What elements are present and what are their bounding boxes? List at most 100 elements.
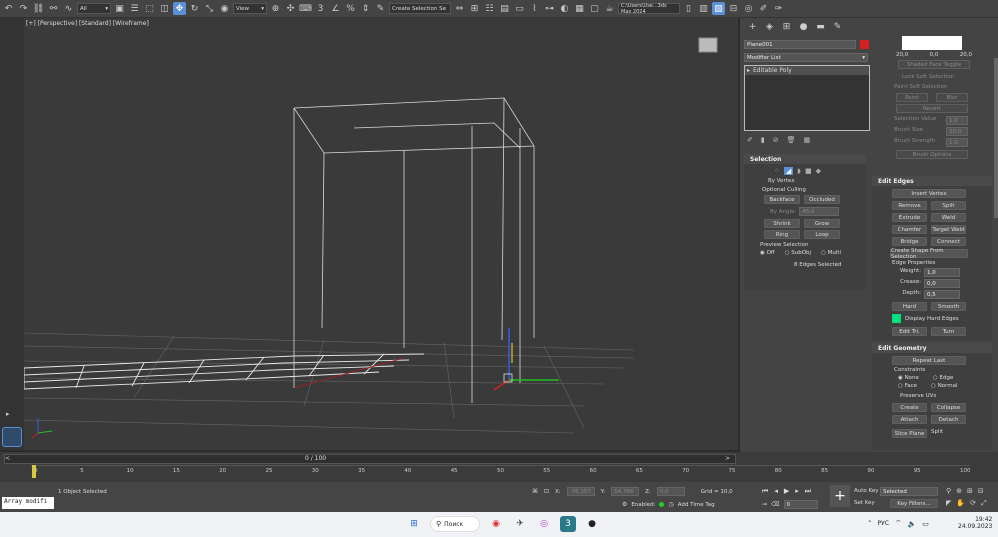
pan-icon[interactable]: ✋	[956, 499, 965, 508]
enabled-indicator[interactable]	[659, 502, 665, 507]
detach-button[interactable]: Detach	[931, 415, 966, 424]
key-filters-button[interactable]: Key Filters...	[890, 499, 938, 508]
orbit-icon[interactable]: ⟳	[970, 499, 976, 508]
remove-modifier-icon[interactable]: 🗑	[787, 136, 796, 148]
key-icon[interactable]: ⌫	[771, 501, 779, 508]
current-frame-field[interactable]: 0	[783, 500, 818, 509]
vertex-icon[interactable]: ⁘	[774, 167, 780, 175]
pen-icon[interactable]: ✑	[772, 2, 785, 15]
object-color-swatch[interactable]	[860, 40, 869, 49]
insert-vertex-button[interactable]: Insert Vertex	[892, 189, 966, 198]
viewcube-icon[interactable]	[698, 37, 718, 53]
snaps-toggle-icon[interactable]: 3	[314, 2, 327, 15]
shaded-face-toggle-button[interactable]: Shaded Face Toggle	[898, 60, 970, 69]
spinner-snap-icon[interactable]: ⇕	[359, 2, 372, 15]
preview-off-radio[interactable]: ◉ Off	[760, 250, 775, 256]
auto-key-button[interactable]: Auto Key	[854, 488, 879, 494]
go-to-end-icon[interactable]: ⏭	[805, 487, 811, 496]
layer-explorer-icon[interactable]: ▤	[498, 2, 511, 15]
hierarchy-tab-icon[interactable]: ⊞	[780, 21, 793, 34]
motion-tab-icon[interactable]: ●	[797, 21, 810, 34]
3ds-max-icon[interactable]: 3	[560, 516, 576, 532]
collapse-button[interactable]: Collapse	[931, 403, 966, 412]
toggle-scene-explorer-icon[interactable]: ☷	[483, 2, 496, 15]
preview-subobj-radio[interactable]: ○ SubObj	[785, 250, 811, 256]
brush-strength-field[interactable]: 1,0	[946, 138, 968, 147]
occluded-button[interactable]: Occluded	[804, 195, 840, 204]
split-checkbox[interactable]: Split	[931, 429, 966, 438]
perspective-viewport[interactable]: [+] [Perspective] [Standard] [Wireframe]	[24, 18, 738, 450]
selection-value-field[interactable]: 1,0	[946, 116, 968, 125]
play-icon[interactable]: ▶	[784, 487, 789, 496]
chamfer-button[interactable]: Chamfer	[892, 225, 927, 234]
extra-tool-icon[interactable]: ⊟	[727, 2, 740, 15]
modify-tab-icon[interactable]: ◈	[763, 21, 776, 34]
align-icon[interactable]: ⊞	[468, 2, 481, 15]
slice-plane-button[interactable]: Slice Plane	[892, 429, 927, 438]
border-icon[interactable]: ◗	[797, 167, 801, 175]
taskbar-search[interactable]: ⚲ Поиск	[430, 516, 480, 532]
ref-coord-dropdown[interactable]: View ▾	[233, 3, 267, 14]
x-field[interactable]: -76,157	[566, 487, 595, 496]
zoom-all-icon[interactable]: ⊕	[956, 487, 962, 495]
stack-item-editable-poly[interactable]: ▸ Editable Poly	[745, 66, 869, 75]
move-gizmo[interactable]	[493, 328, 559, 391]
element-icon[interactable]: ◆	[816, 167, 821, 175]
select-object-icon[interactable]: ▣	[113, 2, 126, 15]
display-hard-edges-checkbox[interactable]: Display Hard Edges	[905, 316, 959, 322]
make-unique-icon[interactable]: ⊘	[773, 136, 779, 148]
edit-edges-header[interactable]: Edit Edges	[872, 176, 992, 186]
constraint-edge-radio[interactable]: ○ Edge	[933, 375, 953, 381]
constraint-face-radio[interactable]: ○ Face	[898, 383, 917, 389]
previous-frame-icon[interactable]: ◂	[774, 487, 778, 496]
tray-arrow-icon[interactable]: ˄	[868, 520, 872, 528]
brush-size-field[interactable]: 20,0	[946, 127, 968, 136]
wifi-icon[interactable]: ⌔	[895, 519, 902, 528]
browser-icon[interactable]: ◎	[536, 516, 552, 532]
create-shape-button[interactable]: Create Shape From Selection	[890, 248, 968, 260]
material-editor-icon[interactable]: ◐	[558, 2, 571, 15]
display-tab-icon[interactable]: ▬	[814, 21, 827, 34]
create-button[interactable]: Create	[892, 403, 927, 412]
edit-tri-button[interactable]: Edit Tri.	[892, 327, 927, 336]
time-slider-next-icon[interactable]: >	[725, 455, 730, 462]
blur-button[interactable]: Blur	[936, 93, 968, 102]
select-by-name-icon[interactable]: ☰	[128, 2, 141, 15]
bind-space-warp-icon[interactable]: ∿	[62, 2, 75, 15]
constraint-none-radio[interactable]: ◉ None	[898, 375, 919, 381]
time-slider-prev-icon[interactable]: <	[5, 455, 10, 462]
curve-editor-icon[interactable]: ⌇	[528, 2, 541, 15]
select-move-icon[interactable]: ✥	[173, 2, 186, 15]
lock-soft-selection-checkbox[interactable]: Lock Soft Selection	[902, 74, 988, 80]
paint-button[interactable]: Paint	[896, 93, 928, 102]
z-field[interactable]: 0,0	[656, 487, 685, 496]
set-key-big-icon[interactable]: +	[830, 485, 850, 507]
grow-button[interactable]: Grow	[804, 219, 840, 228]
attach-button[interactable]: Attach	[892, 415, 927, 424]
by-vertex-checkbox[interactable]: By Vertex	[768, 178, 866, 184]
repeat-last-button[interactable]: Repeat Last	[892, 356, 966, 365]
hard-edge-color-swatch[interactable]	[892, 314, 901, 323]
absolute-mode-icon[interactable]: ⊡	[544, 488, 549, 495]
pin-stack-icon[interactable]: ✐	[747, 136, 753, 148]
hard-button[interactable]: Hard	[892, 302, 927, 311]
by-angle-checkbox[interactable]: By Angle:	[770, 209, 796, 215]
viewport-layout-icon[interactable]	[2, 427, 22, 447]
toggle-command-panel-icon[interactable]: ▧	[712, 2, 725, 15]
mirror-icon[interactable]: ⇔	[453, 2, 466, 15]
preserve-uvs-checkbox[interactable]: Preserve UVs	[900, 393, 992, 399]
crease-field[interactable]: 0,0	[924, 279, 960, 288]
schematic-view-icon[interactable]: ⊶	[543, 2, 556, 15]
sync-icon[interactable]: ◎	[742, 2, 755, 15]
ring-button[interactable]: Ring	[764, 230, 800, 239]
set-key-button[interactable]: Set Key	[854, 500, 875, 506]
clock[interactable]: 19:42 24.09.2023	[958, 516, 992, 530]
current-frame-marker[interactable]	[32, 465, 36, 478]
workspace-icon[interactable]: ▥	[697, 2, 710, 15]
brush-icon[interactable]: ✐	[757, 2, 770, 15]
percent-snap-icon[interactable]: %	[344, 2, 357, 15]
depth-field[interactable]: 0,5	[924, 290, 960, 299]
volume-icon[interactable]: 🔈	[908, 520, 917, 528]
zoom-extents-icon[interactable]: ⊞	[967, 487, 973, 495]
rect-selection-icon[interactable]: ⬚	[143, 2, 156, 15]
